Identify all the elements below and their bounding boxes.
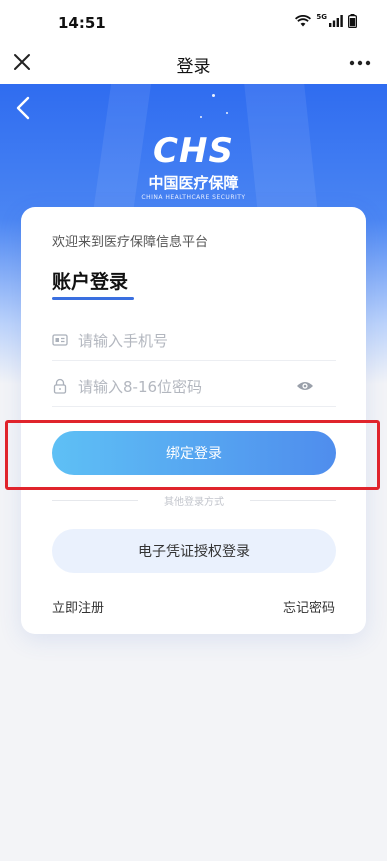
network-label: 5G	[316, 13, 327, 21]
password-field	[52, 367, 336, 407]
logo-name-en: CHINA HEALTHCARE SECURITY	[141, 194, 246, 201]
hero-dot	[200, 116, 202, 118]
status-bar: 14:51 5G	[0, 0, 387, 44]
bind-login-button[interactable]: 绑定登录	[52, 431, 336, 475]
phone-input[interactable]	[78, 327, 298, 355]
register-link[interactable]: 立即注册	[52, 597, 104, 616]
login-title: 账户登录	[52, 271, 129, 293]
logo-mark: CHS	[153, 131, 234, 171]
wifi-icon	[295, 15, 312, 27]
hero-dot	[212, 94, 215, 97]
title-underline	[52, 297, 134, 300]
back-icon[interactable]	[12, 94, 36, 122]
cert-login-button[interactable]: 电子凭证授权登录	[52, 529, 336, 573]
battery-icon	[348, 14, 357, 28]
nav-bar: 登录	[0, 44, 387, 84]
other-methods-divider: 其他登录方式	[52, 493, 336, 508]
divider-line	[250, 500, 336, 501]
page-title: 登录	[176, 57, 211, 77]
lock-icon	[53, 378, 67, 394]
logo-name-cn: 中国医疗保障	[148, 174, 239, 192]
login-card: 欢迎来到医疗保障信息平台 账户登录 绑定登录 其他登录方式 电子凭证授权登录 立…	[21, 207, 366, 634]
phone-field	[52, 321, 336, 361]
welcome-text: 欢迎来到医疗保障信息平台	[52, 235, 209, 250]
id-card-icon	[52, 334, 68, 346]
logo: CHS 中国医疗保障 CHINA HEALTHCARE SECURITY	[0, 134, 387, 201]
forgot-password-link[interactable]: 忘记密码	[283, 597, 335, 616]
eye-icon[interactable]	[296, 379, 314, 393]
status-time: 14:51	[58, 14, 106, 32]
signal-icon	[329, 15, 343, 27]
password-input[interactable]	[78, 373, 298, 401]
hero-dot	[226, 112, 228, 114]
more-icon[interactable]	[347, 50, 373, 76]
status-icons: 5G	[295, 13, 357, 28]
